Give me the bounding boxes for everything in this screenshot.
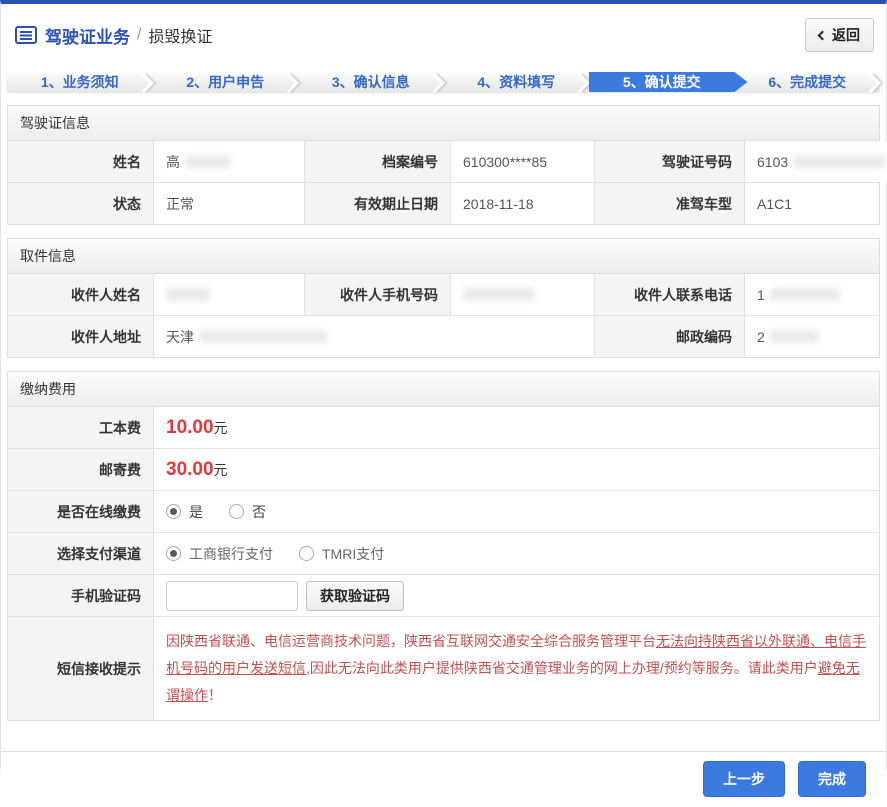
- status-label: 状态: [8, 183, 153, 224]
- page: 驾驶证业务 / 损毁换证 返回 1、业务须知 2、用户申告 3、确认信息 4、资…: [0, 0, 887, 807]
- production-fee-label: 工本费: [8, 407, 153, 448]
- get-sms-code-button[interactable]: 获取验证码: [306, 580, 404, 611]
- table-row: 邮寄费 30.00 元: [8, 448, 879, 490]
- expiry-label: 有效期止日期: [304, 183, 450, 224]
- table-row: 工本费 10.00 元: [8, 407, 879, 448]
- step-wizard: 1、业务须知 2、用户申告 3、确认信息 4、资料填写 5、确认提交 6、完成提…: [7, 72, 880, 92]
- license-info-section: 驾驶证信息 姓名 高 档案编号 610300****85 驾驶证号码 6103 …: [7, 105, 887, 225]
- license-no-value: 6103: [744, 141, 887, 182]
- recipient-mobile-label: 收件人手机号码: [304, 274, 450, 315]
- payment-channel-label: 选择支付渠道: [8, 533, 153, 574]
- table-row: 收件人姓名 收件人手机号码 收件人联系电话 1: [8, 274, 879, 315]
- postal-code-value: 2: [744, 316, 879, 357]
- back-button[interactable]: 返回: [805, 18, 874, 52]
- radio-checked-icon[interactable]: [166, 546, 181, 561]
- redacted-value: [769, 288, 840, 301]
- step-3-confirm-info[interactable]: 3、确认信息: [298, 72, 444, 92]
- sms-notice-text: 因陕西省联通、电信运营商技术问题，陕西省互联网交通安全综合服务管理平台无法向持陕…: [153, 617, 879, 720]
- production-fee-amount: 10.00: [166, 416, 214, 438]
- radio-channel-icbc[interactable]: 工商银行支付: [166, 544, 273, 564]
- step-5-confirm-submit[interactable]: 5、确认提交: [589, 72, 748, 92]
- recipient-mobile-value: [450, 274, 594, 315]
- finish-button[interactable]: 完成: [798, 761, 866, 797]
- name-label: 姓名: [8, 141, 153, 182]
- table-row: 收件人地址 天津 邮政编码 2: [8, 315, 879, 357]
- pickup-section-title: 取件信息: [8, 239, 879, 274]
- postal-code-label: 邮政编码: [594, 316, 744, 357]
- radio-channel-tmri[interactable]: TMRI支付: [299, 544, 384, 564]
- sms-notice-label: 短信接收提示: [8, 617, 153, 720]
- redacted-value: [463, 288, 535, 301]
- payment-section-title: 缴纳费用: [8, 372, 879, 407]
- redacted-value: [166, 288, 210, 301]
- vehicle-class-value: A1C1: [744, 183, 879, 224]
- table-row: 状态 正常 有效期止日期 2018-11-18 准驾车型 A1C1: [8, 182, 879, 224]
- redacted-value: [769, 330, 818, 343]
- postage-fee-amount: 30.00: [166, 458, 214, 480]
- breadcrumb-divider: /: [137, 26, 142, 43]
- recipient-address-value: 天津: [153, 316, 594, 357]
- table-row: 手机验证码 获取验证码: [8, 574, 879, 616]
- step-2-declaration[interactable]: 2、用户申告: [153, 72, 299, 92]
- payment-channel-value: 工商银行支付 TMRI支付: [153, 533, 879, 574]
- file-no-label: 档案编号: [304, 141, 450, 182]
- license-section-title: 驾驶证信息: [8, 106, 879, 141]
- payment-section: 缴纳费用 工本费 10.00 元 邮寄费 30.00 元 是否在线缴费 是 否 …: [7, 371, 880, 721]
- table-row: 选择支付渠道 工商银行支付 TMRI支付: [8, 532, 879, 574]
- recipient-name-value: [153, 274, 304, 315]
- status-value: 正常: [153, 183, 304, 224]
- step-4-fill-data[interactable]: 4、资料填写: [444, 72, 590, 92]
- postage-fee-label: 邮寄费: [8, 449, 153, 490]
- recipient-address-label: 收件人地址: [8, 316, 153, 357]
- previous-step-button[interactable]: 上一步: [703, 761, 785, 797]
- radio-unchecked-icon[interactable]: [299, 546, 314, 561]
- recipient-phone-label: 收件人联系电话: [594, 274, 744, 315]
- radio-checked-icon[interactable]: [166, 504, 181, 519]
- chevron-left-icon: [817, 30, 828, 40]
- sms-code-input[interactable]: [166, 580, 298, 611]
- production-fee-unit: 元: [213, 419, 228, 436]
- table-row: 姓名 高 档案编号 610300****85 驾驶证号码 6103: [8, 141, 887, 182]
- page-header: 驾驶证业务 / 损毁换证 返回: [1, 4, 886, 66]
- production-fee-value: 10.00 元: [153, 407, 879, 448]
- recipient-name-label: 收件人姓名: [8, 274, 153, 315]
- redacted-value: [185, 155, 231, 168]
- online-payment-label: 是否在线缴费: [8, 491, 153, 532]
- sms-code-label: 手机验证码: [8, 575, 153, 616]
- postage-fee-value: 30.00 元: [153, 449, 879, 490]
- radio-online-yes[interactable]: 是: [166, 502, 203, 522]
- table-row: 是否在线缴费 是 否: [8, 490, 879, 532]
- expiry-value: 2018-11-18: [450, 183, 594, 224]
- license-list-icon: [15, 26, 37, 44]
- page-title: 驾驶证业务: [45, 27, 130, 47]
- license-no-label: 驾驶证号码: [594, 141, 744, 182]
- step-6-complete[interactable]: 6、完成提交: [735, 72, 881, 92]
- footer-actions: 上一步 完成: [1, 752, 886, 807]
- redacted-value: [199, 330, 327, 343]
- breadcrumb-current: 损毁换证: [148, 29, 213, 46]
- step-1-notice[interactable]: 1、业务须知: [7, 72, 153, 92]
- recipient-phone-value: 1: [744, 274, 879, 315]
- online-payment-value: 是 否: [153, 491, 879, 532]
- table-row: 短信接收提示 因陕西省联通、电信运营商技术问题，陕西省互联网交通安全综合服务管理…: [8, 616, 879, 720]
- redacted-value: [793, 155, 886, 168]
- file-no-value: 610300****85: [450, 141, 594, 182]
- radio-unchecked-icon[interactable]: [229, 504, 244, 519]
- name-value: 高: [153, 141, 304, 182]
- sms-code-value: 获取验证码: [153, 575, 879, 616]
- vehicle-class-label: 准驾车型: [594, 183, 744, 224]
- back-button-label: 返回: [832, 27, 860, 43]
- postage-fee-unit: 元: [213, 461, 228, 478]
- pickup-info-section: 取件信息 收件人姓名 收件人手机号码 收件人联系电话 1 收件人地址 天津 邮政…: [7, 238, 880, 358]
- radio-online-no[interactable]: 否: [229, 502, 266, 522]
